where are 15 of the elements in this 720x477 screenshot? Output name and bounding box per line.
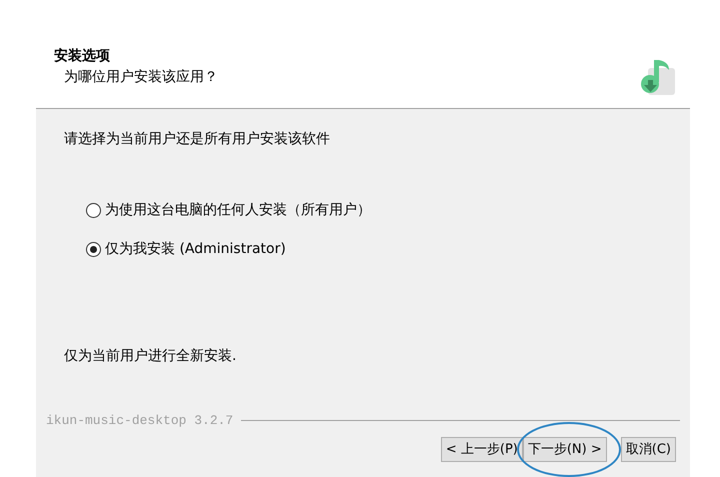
- option-label[interactable]: 为使用这台电脑的任何人安装（所有用户）: [105, 200, 371, 221]
- music-note-download-icon: [638, 58, 676, 96]
- description-text: 仅为当前用户进行全新安装.: [64, 347, 238, 366]
- next-button[interactable]: 下一步(N) >: [522, 437, 607, 462]
- radio-button[interactable]: [86, 242, 101, 257]
- radio-option[interactable]: 仅为我安装 (Administrator): [86, 239, 690, 260]
- page-subtitle: 为哪位用户安装该应用？: [63, 68, 218, 87]
- option-label[interactable]: 仅为我安装 (Administrator): [105, 239, 286, 260]
- radio-button[interactable]: [86, 203, 101, 218]
- prompt-text: 请选择为当前用户还是所有用户安装该软件: [64, 130, 331, 149]
- page-title: 安装选项: [54, 46, 111, 66]
- radio-option[interactable]: 为使用这台电脑的任何人安装（所有用户）: [86, 200, 690, 221]
- cancel-button[interactable]: 取消(C): [620, 437, 676, 462]
- back-button[interactable]: < 上一步(P): [440, 437, 523, 462]
- branding-text: ikun-music-desktop 3.2.7: [46, 412, 234, 430]
